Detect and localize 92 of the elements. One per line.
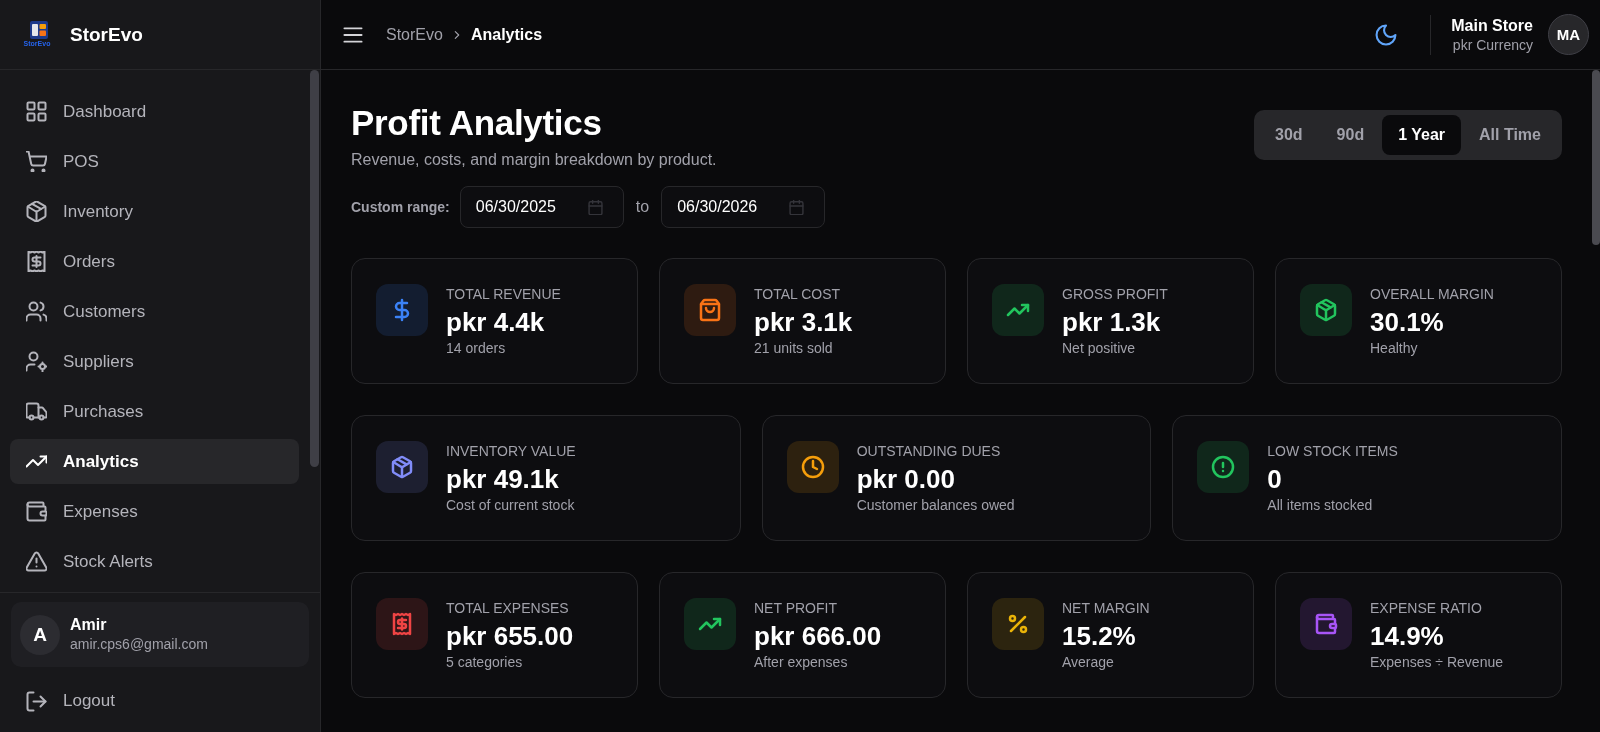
trend-up-icon	[992, 284, 1044, 336]
metric-value: 15.2%	[1062, 620, 1137, 652]
cart-icon	[26, 151, 47, 172]
metric-label: EXPENSE RATIO	[1370, 599, 1483, 618]
metric-label: GROSS PROFIT	[1062, 285, 1168, 304]
range-label: Custom range:	[351, 199, 450, 215]
nav-item[interactable]: POS	[10, 139, 299, 184]
metric-label: INVENTORY VALUE	[446, 442, 576, 461]
metric-note: Average	[1062, 653, 1115, 672]
period-tab[interactable]: 1 Year	[1382, 115, 1462, 155]
metric-note: Customer balances owed	[856, 496, 1015, 515]
date-field[interactable]: 06/30/2025	[459, 186, 624, 228]
period-tab[interactable]: 90d	[1320, 115, 1381, 155]
page-subtitle: Revenue, costs, and margin breakdown by product.	[351, 150, 718, 170]
metric-note: After expenses	[754, 653, 849, 672]
warning-icon	[26, 551, 47, 572]
period-tab[interactable]: 30d	[1259, 115, 1319, 155]
page-title: Profit Analytics	[351, 102, 603, 144]
metric-label: TOTAL REVENUE	[446, 285, 561, 304]
nav-item[interactable]: Stock Alerts	[10, 539, 299, 584]
user-email: amir.cps6@gmail.com	[70, 635, 208, 654]
nav-item[interactable]: Analytics	[10, 439, 299, 484]
alert-icon	[1197, 441, 1250, 493]
menu-icon[interactable]	[343, 24, 363, 45]
bag-icon	[684, 284, 736, 336]
scrollbar-thumb[interactable]	[310, 70, 319, 467]
grid-icon	[26, 101, 47, 122]
nav-item[interactable]: Inventory	[10, 189, 299, 234]
metric-label: TOTAL EXPENSES	[446, 599, 570, 618]
users-icon	[26, 301, 47, 322]
nav-item[interactable]: Expenses	[10, 489, 299, 534]
trend-up-icon	[684, 598, 736, 650]
percent-icon	[992, 598, 1044, 650]
metric-value: 14.9%	[1370, 620, 1445, 652]
metric-label: NET MARGIN	[1062, 599, 1150, 618]
wallet-icon	[1300, 598, 1352, 650]
scrollbar-thumb[interactable]	[1592, 70, 1600, 245]
metric-note: Healthy	[1370, 339, 1419, 358]
metric-value: pkr 666.00	[754, 620, 882, 652]
user-name: Amir	[70, 615, 108, 635]
metric-value: pkr 0.00	[856, 463, 956, 495]
dollar-icon	[376, 284, 428, 336]
breadcrumb-link[interactable]: StorEvo	[386, 25, 443, 44]
store-name: Main Store	[1451, 15, 1533, 36]
logout-button[interactable]: Logout	[11, 676, 309, 726]
nav-item[interactable]: Purchases	[10, 389, 299, 434]
metric-label: NET PROFIT	[754, 599, 838, 618]
period-tab[interactable]: All Time	[1463, 115, 1557, 155]
store-currency: pkr Currency	[1452, 35, 1533, 55]
metric-label: OUTSTANDING DUES	[856, 442, 1002, 461]
metric-value: pkr 49.1k	[446, 463, 560, 495]
user-gear-icon	[26, 351, 47, 372]
nav-item[interactable]: Dashboard	[10, 89, 299, 134]
metric-note: Cost of current stock	[446, 496, 576, 515]
date-field[interactable]: 06/30/2026	[661, 186, 826, 228]
clock-icon	[786, 441, 839, 493]
metric-value: 30.1%	[1370, 306, 1445, 338]
breadcrumb-current: Analytics	[470, 25, 543, 44]
range-separator: to	[635, 198, 650, 216]
nav-item[interactable]: Suppliers	[10, 339, 299, 384]
metric-note: 5 categories	[446, 653, 524, 672]
metric-note: 14 orders	[446, 339, 507, 358]
metric-note: All items stocked	[1267, 496, 1374, 515]
metric-value: pkr 3.1k	[754, 306, 853, 338]
calendar-icon	[789, 199, 805, 215]
metric-note: 21 units sold	[754, 339, 834, 358]
metric-note: Net positive	[1062, 339, 1137, 358]
metric-label: TOTAL COST	[754, 285, 842, 304]
app-name: StorEvo	[70, 23, 143, 46]
user-avatar[interactable]: MA	[1548, 14, 1589, 55]
nav-item[interactable]: Customers	[10, 289, 299, 334]
user-avatar: A	[20, 614, 60, 655]
receipt-icon	[26, 251, 47, 272]
logout-icon	[26, 690, 47, 712]
metric-value: 0	[1267, 463, 1283, 495]
receipt-icon	[376, 598, 428, 650]
moon-icon[interactable]	[1375, 23, 1398, 46]
metric-value: pkr 655.00	[446, 620, 574, 652]
truck-icon	[26, 401, 47, 422]
nav-item[interactable]: Orders	[10, 239, 299, 284]
box-icon	[26, 201, 47, 222]
metric-value: pkr 1.3k	[1062, 306, 1162, 338]
user-card[interactable]: A Amir amir.cps6@gmail.com	[11, 602, 309, 667]
wallet-icon	[26, 501, 47, 522]
calendar-icon	[587, 199, 603, 215]
metric-label: OVERALL MARGIN	[1370, 285, 1494, 304]
metric-value: pkr 4.4k	[446, 306, 546, 338]
store-logo-icon	[30, 21, 48, 39]
metric-note: Expenses ÷ Revenue	[1370, 653, 1503, 672]
metric-label: LOW STOCK ITEMS	[1267, 442, 1398, 461]
box-icon	[376, 441, 428, 493]
box-icon	[1300, 284, 1352, 336]
